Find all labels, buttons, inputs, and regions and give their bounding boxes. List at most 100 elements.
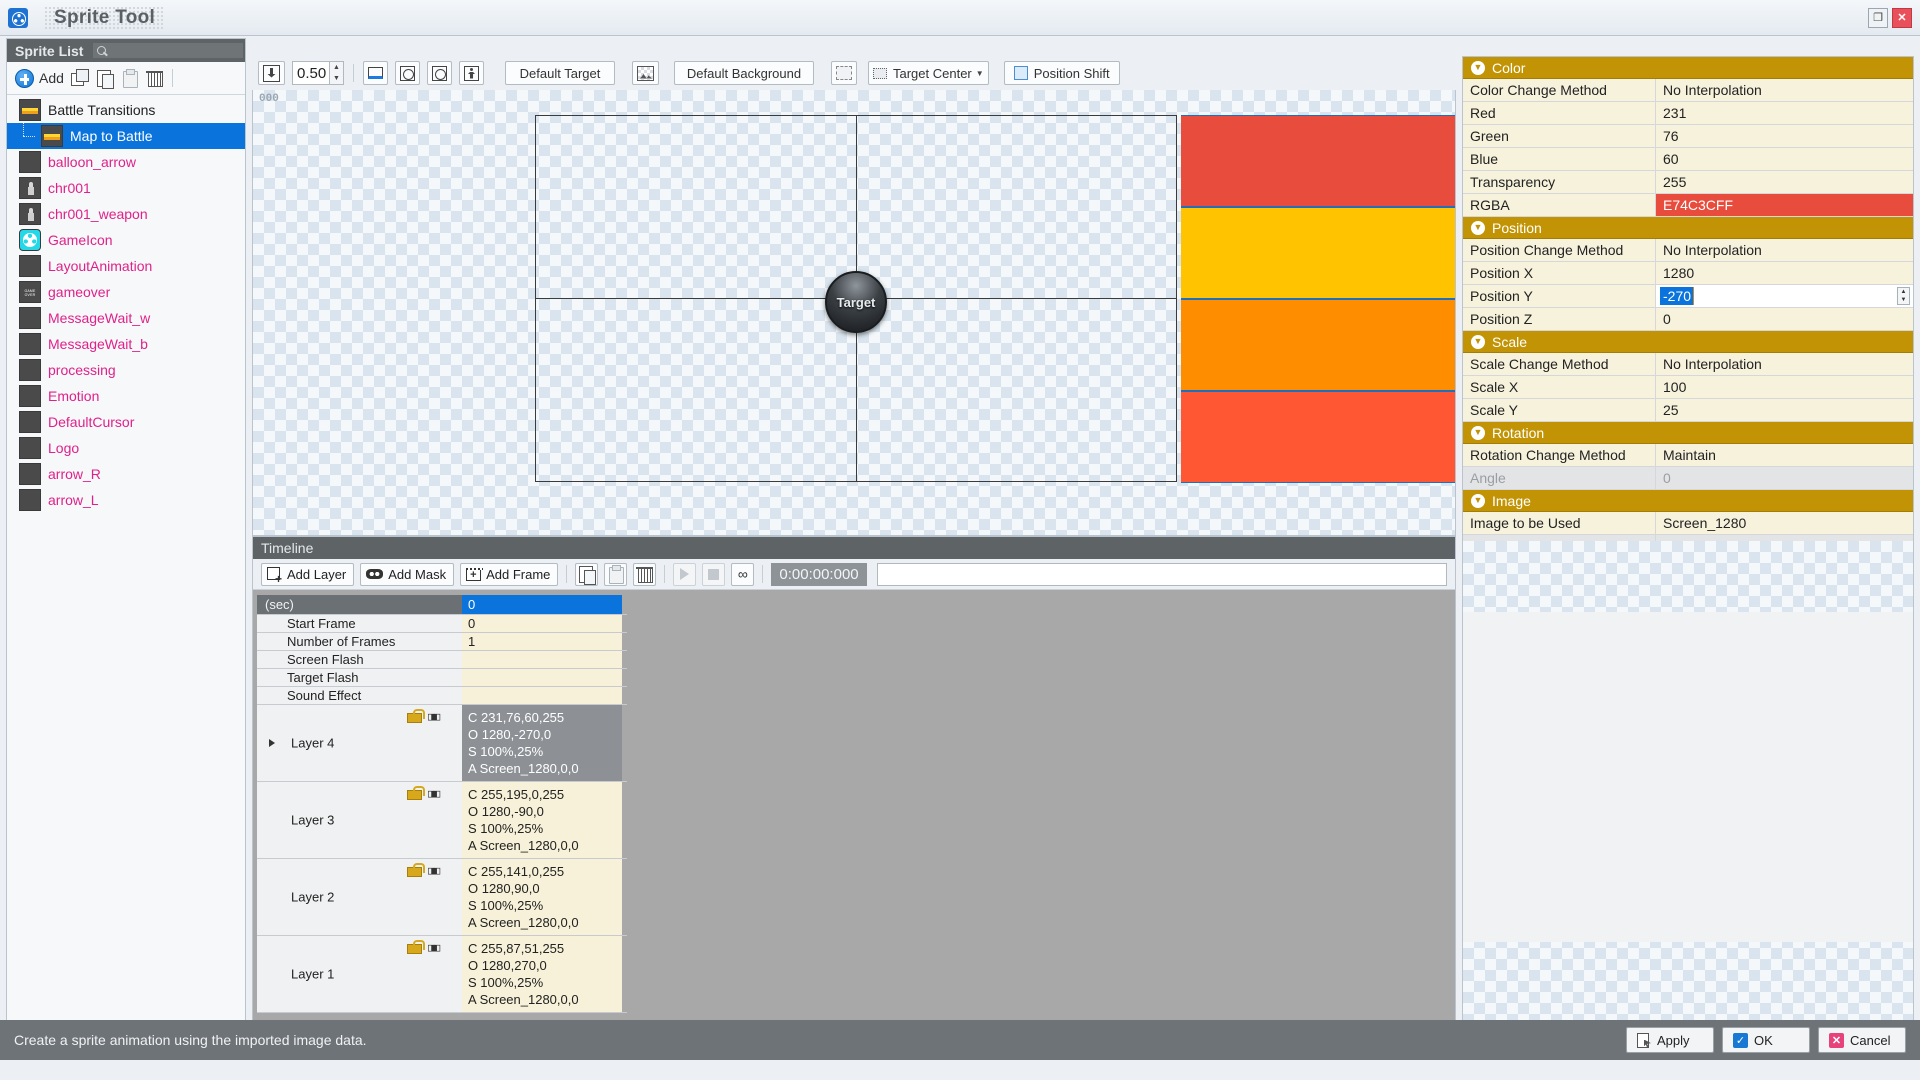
sprite-list-item[interactable]: arrow_L bbox=[7, 487, 245, 513]
property-value[interactable]: No Interpolation bbox=[1656, 79, 1913, 101]
add-frame-button[interactable]: Add Frame bbox=[460, 563, 558, 586]
stop-button[interactable] bbox=[702, 563, 725, 586]
sprite-search-input[interactable] bbox=[93, 43, 243, 58]
layer-keyframe-cell[interactable]: C 255,87,51,255 O 1280,270,0 S 100%,25% … bbox=[462, 936, 622, 1012]
property-value[interactable]: Screen_1280 bbox=[1656, 512, 1913, 534]
unlock-icon[interactable] bbox=[407, 940, 420, 954]
sprite-list-item[interactable]: MessageWait_w bbox=[7, 305, 245, 331]
preview-canvas[interactable]: 000 Target bbox=[252, 90, 1456, 536]
timeline-row-value[interactable] bbox=[462, 669, 622, 686]
anchor-button[interactable] bbox=[258, 61, 285, 85]
layer-keyframe-cell[interactable]: C 231,76,60,255 O 1280,-270,0 S 100%,25%… bbox=[462, 705, 622, 781]
timeline-paste-button[interactable] bbox=[604, 563, 627, 586]
sprite-list-item[interactable]: Logo bbox=[7, 435, 245, 461]
trash-icon[interactable] bbox=[145, 69, 164, 88]
background-picture-button[interactable] bbox=[632, 61, 659, 85]
property-value[interactable]: E74C3CFF bbox=[1656, 194, 1913, 216]
sprite-list-item[interactable]: Battle Transitions bbox=[7, 97, 245, 123]
timeline-row-value[interactable] bbox=[462, 687, 622, 704]
sprite-list-item[interactable]: Map to Battle bbox=[7, 123, 245, 149]
visibility-icon[interactable]: ◨◧ bbox=[428, 710, 444, 721]
sprite-layer-band[interactable] bbox=[1181, 115, 1455, 207]
add-layer-button[interactable]: Add Layer bbox=[261, 563, 354, 586]
timeline-layer-row[interactable]: Layer 4◨◧C 231,76,60,255 O 1280,-270,0 S… bbox=[257, 705, 627, 782]
sprite-layer-band[interactable] bbox=[1181, 299, 1455, 391]
duplicate-icon[interactable] bbox=[70, 69, 89, 88]
add-sprite-button[interactable]: Add bbox=[15, 69, 64, 88]
default-background-button[interactable]: Default Background bbox=[674, 61, 814, 85]
property-value[interactable]: No Interpolation bbox=[1656, 353, 1913, 375]
apply-button[interactable]: Apply bbox=[1626, 1027, 1714, 1053]
visibility-icon[interactable]: ◨◧ bbox=[428, 864, 444, 875]
view-person-button[interactable] bbox=[459, 61, 484, 85]
loop-button[interactable]: ∞ bbox=[731, 563, 754, 586]
zoom-value[interactable]: 0.50 bbox=[292, 61, 330, 85]
property-value[interactable]: Maintain bbox=[1656, 444, 1913, 466]
visibility-icon[interactable]: ◨◧ bbox=[428, 941, 444, 952]
sprite-list-item[interactable]: balloon_arrow bbox=[7, 149, 245, 175]
view-monitor-button[interactable] bbox=[363, 61, 388, 85]
property-value[interactable]: 0 bbox=[1656, 308, 1913, 330]
property-value-input[interactable]: -270 bbox=[1660, 287, 1694, 305]
unlock-icon[interactable] bbox=[407, 863, 420, 877]
property-value[interactable]: 100 bbox=[1656, 376, 1913, 398]
restore-button[interactable]: ❐ bbox=[1868, 8, 1888, 28]
layer-keyframe-cell[interactable]: C 255,195,0,255 O 1280,-90,0 S 100%,25% … bbox=[462, 782, 622, 858]
add-mask-button[interactable]: Add Mask bbox=[360, 563, 454, 586]
sprite-list-item[interactable]: MessageWait_b bbox=[7, 331, 245, 357]
property-value[interactable]: 255 bbox=[1656, 171, 1913, 193]
property-value[interactable]: 1280 bbox=[1656, 262, 1913, 284]
sprite-list-item[interactable]: chr001_weapon bbox=[7, 201, 245, 227]
sprite-layer-band[interactable] bbox=[1181, 207, 1455, 299]
sprite-list-item[interactable]: gameover bbox=[7, 279, 245, 305]
cancel-button[interactable]: ✕ Cancel bbox=[1818, 1027, 1906, 1053]
timeline-delete-button[interactable] bbox=[633, 563, 656, 586]
timeline-row-value[interactable] bbox=[462, 651, 622, 668]
property-group-header[interactable]: ▼Scale bbox=[1463, 331, 1913, 353]
property-group-header[interactable]: ▼Image bbox=[1463, 490, 1913, 512]
timeline-layer-row[interactable]: Layer 3◨◧C 255,195,0,255 O 1280,-90,0 S … bbox=[257, 782, 627, 859]
timeline-row-value[interactable]: 1 bbox=[462, 633, 622, 650]
sprite-list-item[interactable]: DefaultCursor bbox=[7, 409, 245, 435]
unlock-icon[interactable] bbox=[407, 786, 420, 800]
sprite-list-item[interactable]: Emotion bbox=[7, 383, 245, 409]
property-value[interactable]: 76 bbox=[1656, 125, 1913, 147]
view-circle-b-button[interactable] bbox=[427, 61, 452, 85]
timeline-layer-row[interactable]: Layer 1◨◧C 255,87,51,255 O 1280,270,0 S … bbox=[257, 936, 627, 1013]
visibility-icon[interactable]: ◨◧ bbox=[428, 787, 444, 798]
expand-arrow-icon[interactable] bbox=[269, 739, 275, 747]
layer-keyframe-cell[interactable]: C 255,141,0,255 O 1280,90,0 S 100%,25% A… bbox=[462, 859, 622, 935]
view-circle-a-button[interactable] bbox=[395, 61, 420, 85]
timeline-copy-button[interactable] bbox=[575, 563, 598, 586]
dashed-frame-button[interactable] bbox=[831, 61, 857, 85]
timeline-row-value[interactable]: 0 bbox=[462, 595, 622, 614]
timeline-row-value[interactable]: 0 bbox=[462, 615, 622, 632]
play-button[interactable] bbox=[673, 563, 696, 586]
target-center-dropdown[interactable]: Target Center ▼ bbox=[868, 61, 989, 85]
sprite-list-item[interactable]: LayoutAnimation bbox=[7, 253, 245, 279]
property-group-header[interactable]: ▼Rotation bbox=[1463, 422, 1913, 444]
timeline-scrub-strip[interactable] bbox=[877, 563, 1447, 586]
sprite-list-item[interactable]: arrow_R bbox=[7, 461, 245, 487]
zoom-spinner[interactable]: ▲▼ bbox=[330, 61, 344, 85]
property-group-header[interactable]: ▼Color bbox=[1463, 57, 1913, 79]
value-spinner[interactable]: ▲▼ bbox=[1897, 287, 1910, 305]
target-marker[interactable]: Target bbox=[825, 271, 887, 333]
copy-icon[interactable] bbox=[95, 69, 114, 88]
zoom-stepper[interactable]: 0.50 ▲▼ bbox=[292, 61, 344, 85]
property-value[interactable]: 25 bbox=[1656, 399, 1913, 421]
property-value[interactable]: 60 bbox=[1656, 148, 1913, 170]
property-value[interactable]: 231 bbox=[1656, 102, 1913, 124]
property-group-header[interactable]: ▼Position bbox=[1463, 217, 1913, 239]
sprite-list-item[interactable]: GameIcon bbox=[7, 227, 245, 253]
sprite-layer-band[interactable] bbox=[1181, 391, 1455, 483]
default-target-button[interactable]: Default Target bbox=[505, 61, 615, 85]
unlock-icon[interactable] bbox=[407, 709, 420, 723]
sprite-list-item[interactable]: chr001 bbox=[7, 175, 245, 201]
sprite-list-item[interactable]: processing bbox=[7, 357, 245, 383]
paste-icon[interactable] bbox=[120, 69, 139, 88]
timeline-layer-row[interactable]: Layer 2◨◧C 255,141,0,255 O 1280,90,0 S 1… bbox=[257, 859, 627, 936]
property-value[interactable]: -270 ▲▼ bbox=[1656, 285, 1913, 307]
property-value[interactable]: No Interpolation bbox=[1656, 239, 1913, 261]
ok-button[interactable]: ✓ OK bbox=[1722, 1027, 1810, 1053]
